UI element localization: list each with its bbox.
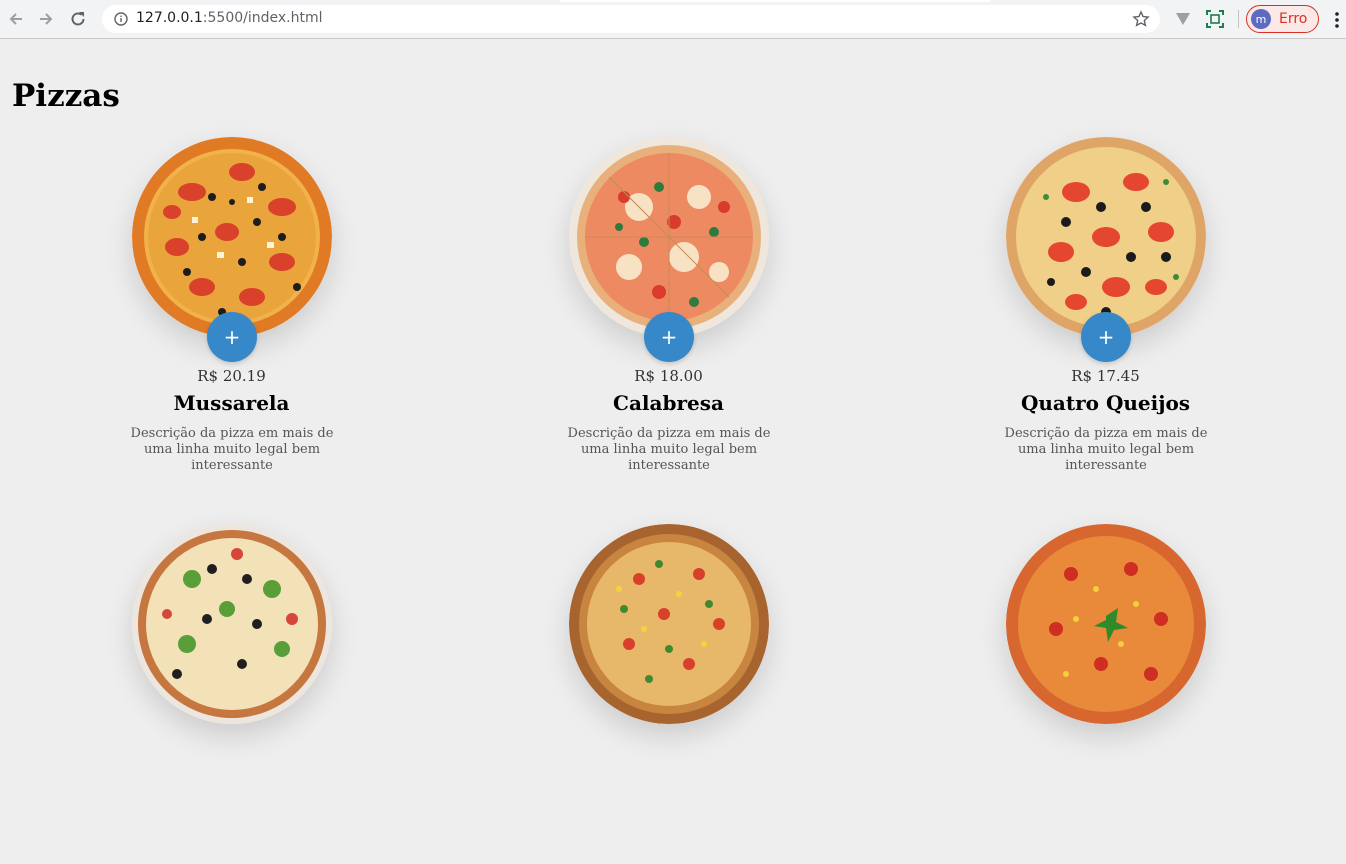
reload-icon (71, 12, 85, 26)
pizza-image (569, 137, 769, 337)
pizza-price: R$ 20.19 (197, 367, 266, 385)
pizza-name: Calabresa (613, 391, 724, 415)
pizza-image (569, 524, 769, 724)
bookmark-star-icon[interactable] (1132, 10, 1150, 28)
avatar: m (1251, 9, 1271, 29)
add-to-cart-button[interactable]: + (207, 312, 257, 362)
pizza-card (13, 524, 450, 864)
pizza-image (132, 524, 332, 724)
pizza-image (1006, 137, 1206, 337)
toolbar-divider (1238, 10, 1239, 28)
profile-error-label: Erro (1279, 11, 1308, 27)
pizza-name: Quatro Queijos (1020, 391, 1191, 415)
add-to-cart-button[interactable]: + (644, 312, 694, 362)
url-text[interactable]: 127.0.0.1:5500/index.html (136, 10, 323, 28)
forward-arrow-icon (40, 13, 53, 25)
url-host: 127.0.0.1 (136, 10, 203, 26)
pizza-price: R$ 18.00 (634, 367, 703, 385)
address-bar[interactable]: 127.0.0.1:5500/index.html (102, 5, 1160, 33)
browser-toolbar: 127.0.0.1:5500/index.html m Erro (0, 0, 1346, 39)
pizza-card: + R$ 18.00 Calabresa Descrição da pizza … (450, 137, 887, 477)
profile-error-button[interactable]: m Erro (1246, 5, 1319, 33)
pizza-card: + R$ 17.45 Quatro Queijos Descrição da p… (887, 137, 1324, 477)
pizza-description: Descrição da pizza em mais de uma linha … (130, 426, 334, 473)
pizza-description: Descrição da pizza em mais de uma linha … (567, 426, 771, 473)
pizza-description: Descrição da pizza em mais de uma linha … (1004, 426, 1208, 473)
reload-button[interactable] (66, 7, 90, 31)
back-button[interactable] (4, 7, 28, 31)
add-to-cart-button[interactable]: + (1081, 312, 1131, 362)
extension-filter-icon[interactable] (1173, 9, 1193, 29)
pizza-image (1006, 524, 1206, 724)
tab-strip-edge (560, 0, 990, 2)
info-icon[interactable] (114, 12, 128, 26)
pizza-card (887, 524, 1324, 864)
url-path: :5500/index.html (202, 10, 323, 26)
pizza-card (450, 524, 887, 864)
pizza-grid: + R$ 20.19 Mussarela Descrição da pizza … (0, 137, 1346, 864)
pizza-name: Mussarela (173, 391, 290, 415)
back-arrow-icon (9, 13, 22, 25)
pizza-card: + R$ 20.19 Mussarela Descrição da pizza … (13, 137, 450, 477)
pizza-image (132, 137, 332, 337)
more-menu-icon[interactable] (1330, 10, 1344, 30)
screen-capture-icon[interactable] (1205, 9, 1225, 29)
pizza-price: R$ 17.45 (1071, 367, 1140, 385)
page-title: Pizzas (12, 78, 120, 114)
forward-button[interactable] (34, 7, 58, 31)
